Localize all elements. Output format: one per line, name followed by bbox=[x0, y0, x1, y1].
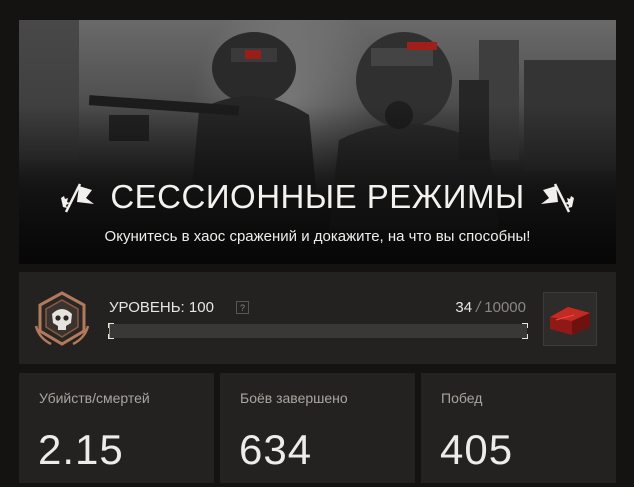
help-icon[interactable]: ? bbox=[236, 301, 249, 314]
progress-current: 34 bbox=[455, 299, 473, 316]
level-panel: УРОВЕНЬ: 100 ? 34/10000 bbox=[19, 272, 616, 364]
level-label: УРОВЕНЬ: 100 bbox=[109, 299, 214, 316]
stat-value: 634 bbox=[239, 426, 313, 473]
progress-separator: / bbox=[476, 299, 481, 316]
page-title: СЕССИОННЫЕ РЕЖИМЫ bbox=[110, 178, 525, 215]
flag-icon bbox=[540, 183, 574, 213]
flag-icon bbox=[61, 183, 95, 213]
red-crate-icon bbox=[550, 307, 590, 335]
level-progress-bar bbox=[108, 323, 528, 339]
stat-card-battles: Боёв завершено 634 bbox=[220, 373, 415, 483]
rank-skull-badge-icon bbox=[34, 291, 90, 346]
stat-card-wins: Побед 405 bbox=[421, 373, 616, 483]
stat-label: Побед bbox=[441, 390, 483, 406]
stat-value: 2.15 bbox=[38, 426, 124, 473]
progress-max: 10000 bbox=[484, 299, 526, 316]
bar-corner bbox=[108, 323, 114, 328]
stat-value: 405 bbox=[440, 426, 514, 473]
bar-corner bbox=[522, 334, 528, 339]
banner-title-row: СЕССИОННЫЕ РЕЖИМЫ bbox=[19, 173, 616, 221]
level-reward-button[interactable] bbox=[543, 292, 597, 346]
banner-subtitle: Окунитесь в хаос сражений и докажите, на… bbox=[104, 228, 531, 245]
mode-banner[interactable]: СЕССИОННЫЕ РЕЖИМЫ Окунитесь в хаос сраже… bbox=[19, 20, 616, 264]
stat-label: Убийств/смертей bbox=[39, 390, 150, 406]
stat-card-kd: Убийств/смертей 2.15 bbox=[19, 373, 214, 483]
bar-corner bbox=[522, 323, 528, 328]
bar-corner bbox=[108, 334, 114, 339]
progress-counter: 34/10000 bbox=[455, 299, 526, 316]
stat-label: Боёв завершено bbox=[240, 390, 348, 406]
